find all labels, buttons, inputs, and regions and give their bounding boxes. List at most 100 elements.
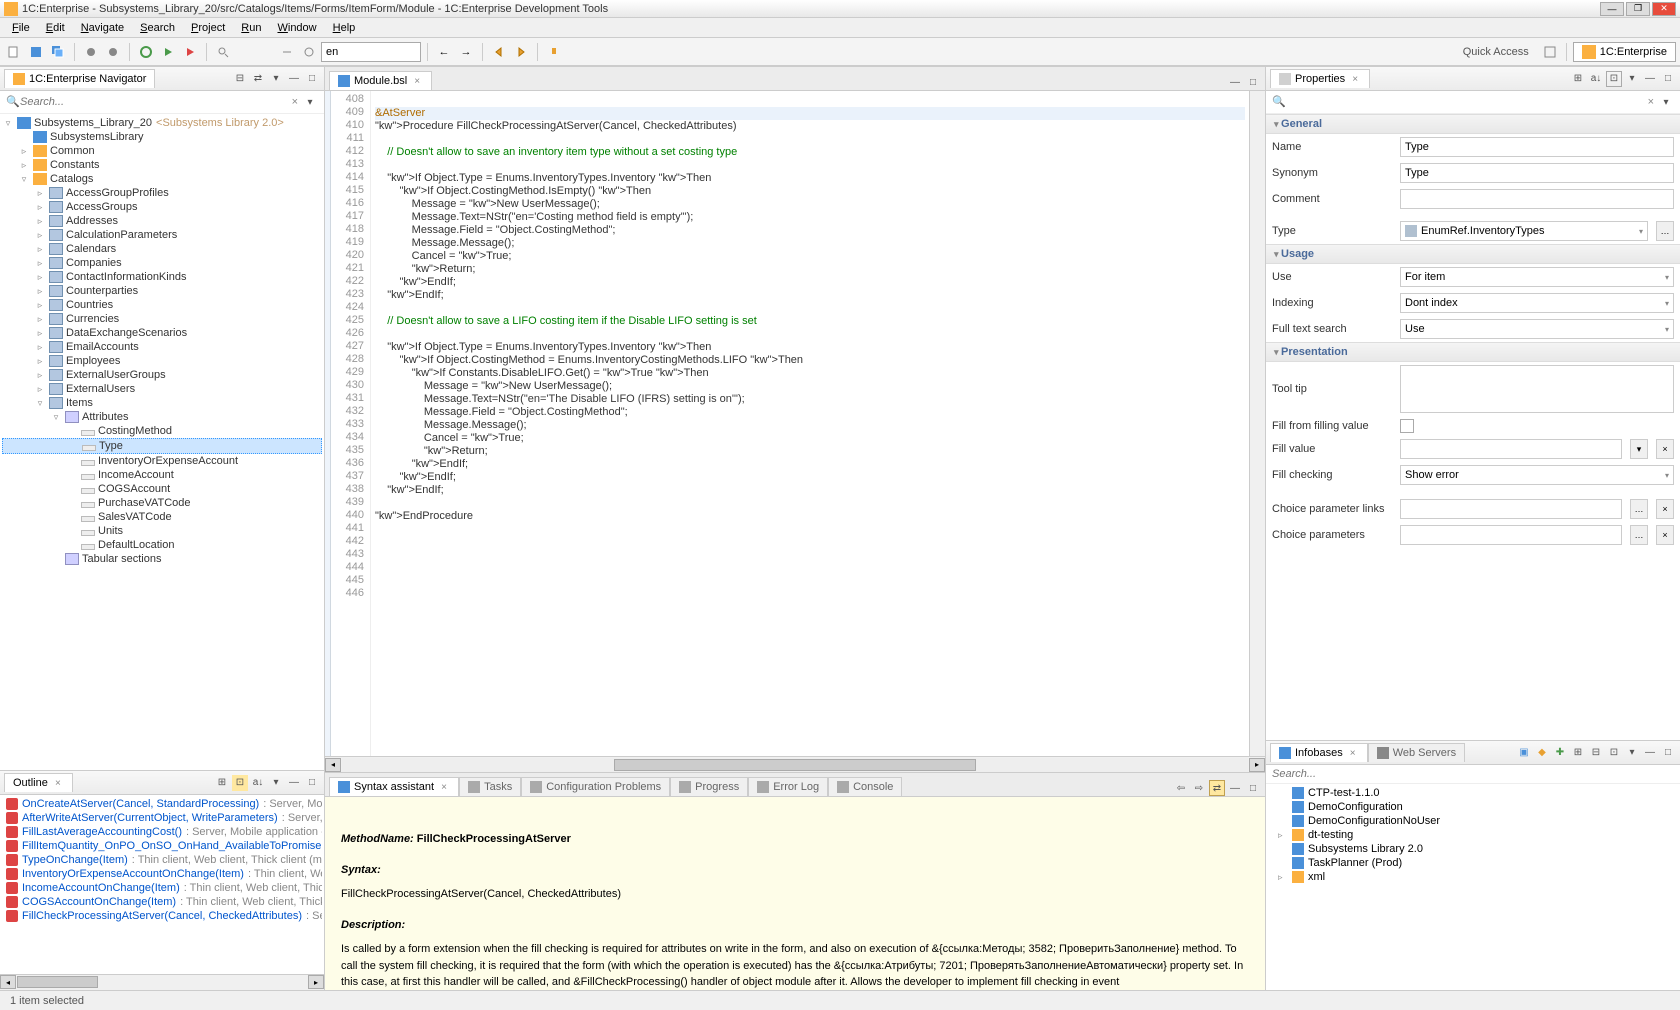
outline-item[interactable]: IncomeAccountOnChange(Item) : Thin clien… [2, 881, 322, 895]
tree-root[interactable]: ▿ Subsystems_Library_20 <Subsystems Libr… [2, 116, 322, 130]
syntax-back-button[interactable]: ⇦ [1173, 780, 1189, 796]
nav-right-button[interactable] [511, 42, 531, 62]
tree-node-currencies[interactable]: ▹Currencies [2, 312, 322, 326]
expand-icon[interactable]: ▹ [34, 328, 46, 339]
outline-item[interactable]: COGSAccountOnChange(Item) : Thin client,… [2, 895, 322, 909]
tab-tasks[interactable]: Tasks [459, 777, 521, 796]
expand-icon[interactable]: ▹ [34, 188, 46, 199]
ib-tool1[interactable]: ▣ [1516, 745, 1532, 761]
navigator-search-input[interactable] [20, 96, 288, 108]
outline-item[interactable]: FillItemQuantity_OnPO_OnSO_OnHand_Availa… [2, 839, 322, 853]
input-comment[interactable] [1400, 189, 1674, 209]
save-button[interactable] [26, 42, 46, 62]
close-editor-button[interactable]: × [411, 75, 423, 87]
tree-node-catalogs[interactable]: ▿Catalogs [2, 172, 322, 186]
clear-search-button[interactable]: × [288, 96, 302, 108]
infobases-search-input[interactable] [1272, 768, 1674, 780]
webservers-tab[interactable]: Web Servers [1368, 743, 1465, 762]
expand-icon[interactable]: ▹ [34, 300, 46, 311]
menu-search[interactable]: Search [132, 20, 183, 36]
infobase-item[interactable]: CTP-test-1.1.0 [1268, 786, 1678, 800]
infobase-item[interactable]: ▹xml [1268, 870, 1678, 884]
tree-node-constants[interactable]: ▹Constants [2, 158, 322, 172]
minimize-panel-button[interactable]: — [286, 71, 302, 87]
choice-links-more-button[interactable]: … [1630, 499, 1648, 519]
select-type[interactable]: EnumRef.InventoryTypes [1400, 221, 1648, 241]
section-presentation[interactable]: Presentation [1266, 342, 1680, 362]
ib-tool5[interactable]: ⊟ [1588, 745, 1604, 761]
open-perspective-button[interactable] [1540, 42, 1560, 62]
hscroll-thumb[interactable] [614, 759, 976, 771]
tree-node-type[interactable]: Type [2, 438, 322, 454]
choice-params-clear-button[interactable]: × [1656, 525, 1674, 545]
tree-node-costingmethod[interactable]: CostingMethod [2, 424, 322, 438]
view-menu-button[interactable]: ▾ [268, 71, 284, 87]
tab-configuration-problems[interactable]: Configuration Problems [521, 777, 670, 796]
tree-node-dataexchangescenarios[interactable]: ▹DataExchangeScenarios [2, 326, 322, 340]
scroll-left-button[interactable]: ◂ [0, 975, 16, 989]
infobase-item[interactable]: Subsystems Library 2.0 [1268, 842, 1678, 856]
expand-icon[interactable]: ▹ [34, 272, 46, 283]
outline-tab[interactable]: Outline × [4, 773, 73, 792]
search-menu-button[interactable]: ▾ [302, 94, 318, 110]
expand-icon[interactable]: ▹ [34, 244, 46, 255]
outline-item[interactable]: InventoryOrExpenseAccountOnChange(Item) … [2, 867, 322, 881]
properties-tab[interactable]: Properties × [1270, 69, 1370, 88]
ib-tool4[interactable]: ⊞ [1570, 745, 1586, 761]
scroll-thumb[interactable] [17, 976, 98, 988]
textarea-tooltip[interactable] [1400, 365, 1674, 413]
navigator-tree[interactable]: ▿ Subsystems_Library_20 <Subsystems Libr… [0, 114, 324, 770]
editor-body[interactable]: 4084094104114124134144154164174184194204… [325, 91, 1265, 756]
select-fulltext[interactable]: Use [1400, 319, 1674, 339]
close-properties-button[interactable]: × [1349, 73, 1361, 85]
tree-node-contactinformationkinds[interactable]: ▹ContactInformationKinds [2, 270, 322, 284]
nav-back-button[interactable]: ← [434, 42, 454, 62]
outline-tool2[interactable]: ⊡ [232, 775, 248, 791]
outline-item[interactable]: FillCheckProcessingAtServer(Cancel, Chec… [2, 909, 322, 923]
select-indexing[interactable]: Dont index [1400, 293, 1674, 313]
fill-value-clear-button[interactable]: × [1656, 439, 1674, 459]
collapse-all-button[interactable]: ⊟ [232, 71, 248, 87]
expand-icon[interactable]: ▿ [34, 398, 46, 409]
expand-icon[interactable]: ▹ [34, 384, 46, 395]
expand-icon[interactable]: ▿ [18, 174, 30, 185]
input-choice-params[interactable] [1400, 525, 1622, 545]
expand-icon[interactable]: ▹ [18, 146, 30, 157]
section-usage[interactable]: Usage [1266, 244, 1680, 264]
props-tool1[interactable]: ⊞ [1570, 71, 1586, 87]
link-editor-button[interactable]: ⇄ [250, 71, 266, 87]
tree-node-externalusers[interactable]: ▹ExternalUsers [2, 382, 322, 396]
props-menu-button[interactable]: ▾ [1624, 71, 1640, 87]
tree-node-countries[interactable]: ▹Countries [2, 298, 322, 312]
fill-value-dropdown-button[interactable]: ▾ [1630, 439, 1648, 459]
tree-node-accessgroupprofiles[interactable]: ▹AccessGroupProfiles [2, 186, 322, 200]
menu-project[interactable]: Project [183, 20, 233, 36]
run-external-button[interactable] [180, 42, 200, 62]
hscroll-track[interactable] [342, 758, 1248, 772]
tab-console[interactable]: Console [828, 777, 902, 796]
nav-left-button[interactable] [489, 42, 509, 62]
search-button[interactable] [213, 42, 233, 62]
ib-add-button[interactable]: ✚ [1552, 745, 1568, 761]
editor-minimize-button[interactable]: — [1227, 74, 1243, 90]
tree-node-tabular sections[interactable]: Tabular sections [2, 552, 322, 566]
expand-icon[interactable]: ▿ [50, 412, 62, 423]
tab-error-log[interactable]: Error Log [748, 777, 828, 796]
infobase-item[interactable]: TaskPlanner (Prod) [1268, 856, 1678, 870]
run-button[interactable] [158, 42, 178, 62]
outline-item[interactable]: OnCreateAtServer(Cancel, StandardProcess… [2, 797, 322, 811]
syntax-forward-button[interactable]: ⇨ [1191, 780, 1207, 796]
close-infobases-button[interactable]: × [1347, 747, 1359, 759]
input-choice-param-links[interactable] [1400, 499, 1622, 519]
outline-item[interactable]: FillLastAverageAccountingCost() : Server… [2, 825, 322, 839]
syntax-minimize-button[interactable]: — [1227, 780, 1243, 796]
perspective-button[interactable]: 1C:Enterprise [1573, 42, 1676, 62]
editor-maximize-button[interactable]: □ [1245, 74, 1261, 90]
build-button[interactable] [81, 42, 101, 62]
tree-node-units[interactable]: Units [2, 524, 322, 538]
infobase-item[interactable]: DemoConfigurationNoUser [1268, 814, 1678, 828]
outline-scrollbar[interactable]: ◂ ▸ [0, 974, 324, 990]
save-all-button[interactable] [48, 42, 68, 62]
syntax-link-button[interactable]: ⇄ [1209, 780, 1225, 796]
tree-node-incomeaccount[interactable]: IncomeAccount [2, 468, 322, 482]
